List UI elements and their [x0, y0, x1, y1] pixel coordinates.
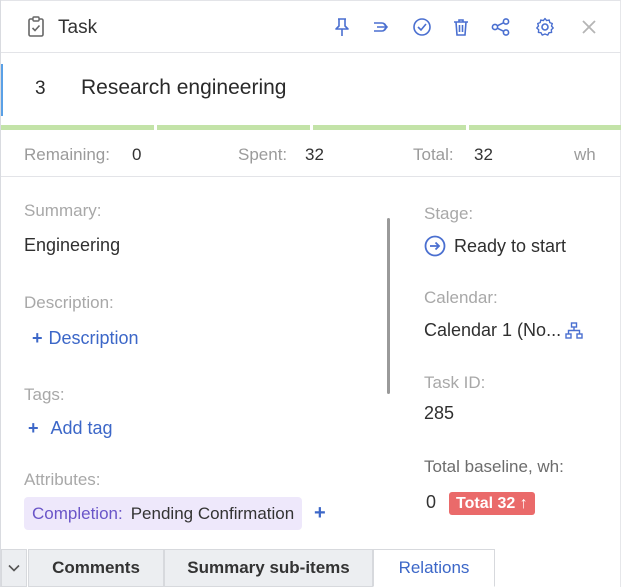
task-name-row: 3 Research engineering — [1, 54, 621, 125]
total-badge: Total 32 ↑ — [449, 492, 535, 515]
trash-icon[interactable] — [449, 15, 473, 39]
unit-label: wh — [574, 145, 596, 164]
selection-accent — [1, 64, 3, 116]
tab-summary-sub-items[interactable]: Summary sub-items — [164, 549, 373, 587]
add-attribute-button[interactable]: + — [314, 502, 326, 525]
attribute-chip[interactable]: Completion: Pending Confirmation — [24, 497, 303, 530]
progress-segment — [1, 125, 154, 130]
pin-icon[interactable] — [330, 15, 354, 39]
total-value: 32 — [474, 145, 493, 164]
gear-icon[interactable] — [533, 15, 557, 39]
add-tag-link[interactable]: + Add tag — [28, 418, 113, 439]
tab-comments[interactable]: Comments — [28, 549, 164, 587]
progress-segment — [157, 125, 310, 130]
stage-selector[interactable]: Ready to start — [424, 235, 566, 257]
tags-label: Tags: — [24, 385, 65, 404]
summary-label: Summary: — [24, 201, 102, 220]
hierarchy-icon[interactable] — [565, 321, 583, 341]
bottom-tabs: Comments Summary sub-items Relations — [1, 549, 621, 587]
plus-icon: + — [28, 418, 39, 438]
attribute-value: Pending Confirmation — [130, 503, 295, 523]
remaining-value: 0 — [132, 145, 142, 164]
scrollbar-thumb[interactable] — [387, 218, 390, 394]
total-baseline-label: Total baseline, wh: — [424, 457, 564, 476]
progress-bar — [1, 125, 621, 130]
plus-icon: + — [32, 328, 43, 348]
task-number: 3 — [35, 78, 46, 99]
work-metrics: Remaining: 0 Spent: 32 Total: 32 wh — [1, 131, 621, 177]
add-description-text: Description — [48, 328, 139, 348]
panel-header: Task — [1, 0, 621, 53]
link-icon[interactable] — [370, 15, 394, 39]
stage-value: Ready to start — [454, 235, 567, 256]
close-icon[interactable] — [577, 15, 601, 39]
attribute-key: Completion: — [32, 503, 123, 523]
remaining-label: Remaining: — [24, 145, 110, 164]
check-circle-icon[interactable] — [410, 15, 434, 39]
calendar-value[interactable]: Calendar 1 (No... — [424, 320, 561, 341]
spent-value: 32 — [305, 145, 324, 164]
arrow-circle-icon — [424, 235, 446, 257]
task-id-label: Task ID: — [424, 373, 486, 392]
attributes-label: Attributes: — [24, 470, 101, 489]
task-panel: Task 3 Research engineering Remaining: 0… — [0, 0, 621, 587]
share-icon[interactable] — [489, 15, 513, 39]
summary-value[interactable]: Engineering — [24, 235, 120, 256]
tab-relations[interactable]: Relations — [373, 549, 495, 587]
stage-label: Stage: — [424, 204, 474, 223]
clipboard-check-icon — [26, 16, 46, 38]
task-id-value: 285 — [424, 403, 455, 423]
progress-segment — [469, 125, 621, 130]
total-label: Total: — [413, 145, 454, 164]
progress-segment — [313, 125, 466, 130]
add-description-link[interactable]: + Description — [32, 328, 139, 349]
spent-label: Spent: — [238, 145, 288, 164]
description-label: Description: — [24, 293, 114, 312]
chevron-down-icon — [8, 564, 20, 572]
total-baseline-value: 0 — [426, 492, 437, 512]
panel-title: Task — [58, 17, 98, 38]
calendar-label: Calendar: — [424, 288, 498, 307]
task-name[interactable]: Research engineering — [81, 76, 286, 100]
add-tag-text: Add tag — [50, 418, 113, 438]
collapse-tabs-button[interactable] — [1, 549, 27, 587]
